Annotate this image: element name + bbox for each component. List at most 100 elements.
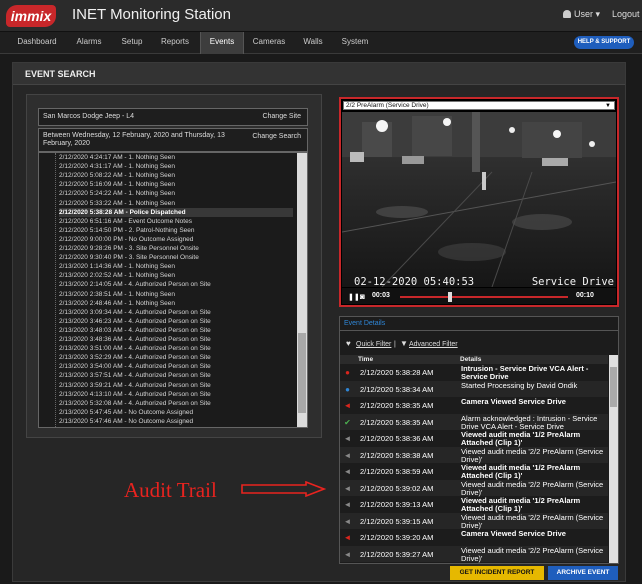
check-icon: ✔ — [344, 417, 351, 427]
event-list-item[interactable]: 2/12/2020 5:33:22 AM - 1. Nothing Seen — [59, 199, 293, 208]
detail-time: 2/12/2020 5:39:13 AM — [360, 500, 434, 509]
audit-trail-annotation: Audit Trail — [124, 478, 217, 502]
scrollbar-thumb[interactable] — [610, 367, 617, 407]
event-list-item[interactable]: 2/13/2020 2:14:05 AM - 4. Authorized Per… — [59, 280, 293, 289]
col-time: Time — [358, 356, 374, 363]
tab-dashboard[interactable]: Dashboard — [8, 32, 66, 54]
detail-time: 2/12/2020 5:38:59 AM — [360, 467, 434, 476]
event-list-item[interactable]: 2/13/2020 3:59:21 AM - 4. Authorized Per… — [59, 381, 293, 390]
details-scrollbar[interactable] — [609, 355, 618, 563]
event-list[interactable]: 2/12/2020 4:24:17 AM - 1. Nothing Seen 2/… — [38, 152, 308, 428]
detail-text: Intrusion - Service Drive VCA Alert - Se… — [461, 364, 589, 381]
event-list-item[interactable]: 2/12/2020 9:28:26 PM - 3. Site Personnel… — [59, 244, 293, 253]
event-list-item[interactable]: 2/12/2020 5:38:28 AM - Police Dispatched — [59, 207, 293, 217]
arrow-right-icon — [241, 481, 326, 497]
camera-icon: ◄ — [343, 401, 352, 410]
detail-row[interactable]: ● 2/12/2020 5:38:28 AM Intrusion - Service… — [340, 364, 608, 381]
event-list-item[interactable]: 2/13/2020 3:57:51 AM - 4. Authorized Per… — [59, 371, 293, 380]
event-list-item[interactable]: 2/13/2020 2:38:51 AM - 1. Nothing Seen — [59, 290, 293, 299]
video-progress-bar[interactable] — [400, 292, 568, 302]
detail-row[interactable]: ◄ 2/12/2020 5:38:38 AM Viewed audit media … — [340, 446, 608, 463]
tab-system[interactable]: System — [334, 32, 376, 54]
scrollbar-thumb[interactable] — [298, 333, 306, 413]
col-details: Details — [460, 356, 482, 363]
event-list-item[interactable]: 2/12/2020 4:31:17 AM - 1. Nothing Seen — [59, 162, 293, 171]
end-time: 00:10 — [576, 292, 594, 299]
logout-link[interactable]: Logout — [612, 9, 640, 19]
change-search-link[interactable]: Change Search — [252, 133, 301, 140]
detail-row[interactable]: ◄ 2/12/2020 5:39:13 AM Viewed audit media … — [340, 496, 608, 513]
tab-setup[interactable]: Setup — [112, 32, 152, 54]
change-site-link[interactable]: Change Site — [262, 113, 301, 120]
event-list-item[interactable]: 2/12/2020 5:08:22 AM - 1. Nothing Seen — [59, 171, 293, 180]
progress-handle[interactable] — [448, 292, 453, 302]
advanced-filter-link[interactable]: Advanced Filter — [409, 341, 458, 348]
video-view[interactable]: 02-12-2020 05:40:53 Service Drive — [342, 112, 616, 287]
detail-row[interactable]: ◄ 2/12/2020 5:39:27 AM Viewed audit media … — [340, 545, 608, 562]
date-range-row: Between Wednesday, 12 February, 2020 and… — [38, 128, 308, 152]
event-list-item[interactable]: 2/12/2020 5:24:22 AM - 1. Nothing Seen — [59, 189, 293, 198]
event-list-item[interactable]: 2/12/2020 5:16:09 AM - 1. Nothing Seen — [59, 180, 293, 189]
filter-separator: | — [394, 341, 396, 348]
event-list-item[interactable]: 2/13/2020 3:46:23 AM - 4. Authorized Per… — [59, 317, 293, 326]
detail-text: Camera Viewed Service Drive — [461, 397, 566, 406]
detail-row[interactable]: ◄ 2/12/2020 5:39:02 AM Viewed audit media … — [340, 479, 608, 496]
help-support-button[interactable]: HELP & SUPPORT — [574, 36, 634, 49]
detail-time: 2/12/2020 5:38:38 AM — [360, 450, 434, 460]
detail-row[interactable]: ◄ 2/12/2020 5:39:15 AM Viewed audit media … — [340, 512, 608, 529]
snapshot-icon[interactable]: ◙ — [360, 292, 365, 301]
archive-event-button[interactable]: ARCHIVE EVENT — [548, 566, 618, 580]
event-list-item[interactable]: 2/13/2020 5:47:45 AM - No Outcome Assign… — [59, 408, 293, 417]
event-list-item[interactable]: 2/13/2020 3:48:03 AM - 4. Authorized Per… — [59, 326, 293, 335]
tab-cameras[interactable]: Cameras — [246, 32, 292, 54]
tab-alarms[interactable]: Alarms — [66, 32, 112, 54]
detail-row[interactable]: ◄ 2/12/2020 5:38:36 AM Viewed audit media … — [340, 430, 608, 447]
event-list-item[interactable]: 2/13/2020 2:48:46 AM - 1. Nothing Seen — [59, 299, 293, 308]
event-list-item[interactable]: 2/13/2020 3:09:34 AM - 4. Authorized Per… — [59, 308, 293, 317]
quick-filter-link[interactable]: Quick Filter — [356, 341, 391, 348]
detail-time: 2/12/2020 5:38:35 AM — [360, 417, 434, 427]
site-row: San Marcos Dodge Jeep - L4 Change Site — [38, 108, 308, 126]
event-list-item[interactable]: 2/12/2020 4:24:17 AM - 1. Nothing Seen — [59, 153, 293, 162]
event-list-item[interactable]: 2/13/2020 5:47:46 AM - No Outcome Assign… — [59, 417, 293, 426]
immix-logo[interactable]: immix — [6, 5, 56, 27]
user-icon — [563, 10, 571, 18]
user-menu[interactable]: User ▾ — [563, 9, 600, 20]
tab-events[interactable]: Events — [200, 32, 244, 54]
detail-time: 2/12/2020 5:38:35 AM — [360, 401, 434, 410]
tab-reports[interactable]: Reports — [152, 32, 198, 54]
event-list-scrollbar[interactable] — [297, 153, 307, 427]
camera-icon: ◄ — [343, 533, 352, 542]
event-list-item[interactable]: 2/12/2020 9:00:00 PM - No Outcome Assign… — [59, 235, 293, 244]
user-icon: ● — [345, 384, 350, 394]
event-list-item[interactable]: 2/13/2020 3:54:00 AM - 4. Authorized Per… — [59, 362, 293, 371]
detail-row[interactable]: ◄ 2/12/2020 5:38:35 AM Camera Viewed Servi… — [340, 397, 608, 413]
detail-row[interactable]: ✔ 2/12/2020 5:38:35 AM Alarm acknowledged … — [340, 413, 608, 430]
detail-row[interactable]: ● 2/12/2020 5:38:34 AM Started Processing … — [340, 380, 608, 397]
event-list-item[interactable]: 2/13/2020 3:48:36 AM - 4. Authorized Per… — [59, 335, 293, 344]
detail-row[interactable]: ◄ 2/12/2020 5:38:59 AM Viewed audit media … — [340, 463, 608, 480]
event-list-item[interactable]: 2/13/2020 3:52:29 AM - 4. Authorized Per… — [59, 353, 293, 362]
event-list-item[interactable]: 2/13/2020 5:32:08 AM - 4. Authorized Per… — [59, 399, 293, 408]
event-list-item[interactable]: 2/13/2020 3:51:00 AM - 4. Authorized Per… — [59, 344, 293, 353]
video-controls: ❚❚ ◙ 00:03 00:10 — [342, 288, 616, 304]
event-list-item[interactable]: 2/12/2020 9:30:40 PM - 3. Site Personnel… — [59, 253, 293, 262]
camera-icon: ◄ — [343, 483, 352, 493]
detail-text: Viewed audit media '1/2 PreAlarm Attache… — [461, 430, 581, 447]
detail-row[interactable]: ◄ 2/12/2020 5:39:20 AM Camera Viewed Servi… — [340, 529, 608, 545]
detail-time: 2/12/2020 5:39:02 AM — [360, 483, 434, 493]
event-list-item[interactable]: 2/12/2020 5:14:50 PM - 2. Patrol-Nothing… — [59, 226, 293, 235]
event-list-item[interactable]: 2/13/2020 1:14:36 AM - 1. Nothing Seen — [59, 262, 293, 271]
site-name: San Marcos Dodge Jeep - L4 — [43, 113, 135, 120]
get-incident-report-button[interactable]: GET INCIDENT REPORT — [450, 566, 544, 580]
camera-select[interactable]: 2/2 PreAlarm (Service Drive) ▼ — [343, 101, 615, 110]
date-range-text: Between Wednesday, 12 February, 2020 and… — [43, 132, 225, 147]
pause-icon[interactable]: ❚❚ — [348, 293, 360, 301]
event-list-item[interactable]: 2/12/2020 6:51:16 AM - Event Outcome Not… — [59, 217, 293, 226]
main-nav: Dashboard Alarms Setup Reports Events Ca… — [0, 32, 642, 54]
event-list-item[interactable]: 2/13/2020 2:02:52 AM - 1. Nothing Seen — [59, 271, 293, 280]
video-camera-name: Service Drive — [531, 276, 614, 287]
event-list-item[interactable]: 2/13/2020 4:13:10 AM - 4. Authorized Per… — [59, 390, 293, 399]
tab-walls[interactable]: Walls — [292, 32, 334, 54]
current-time: 00:03 — [372, 292, 390, 299]
